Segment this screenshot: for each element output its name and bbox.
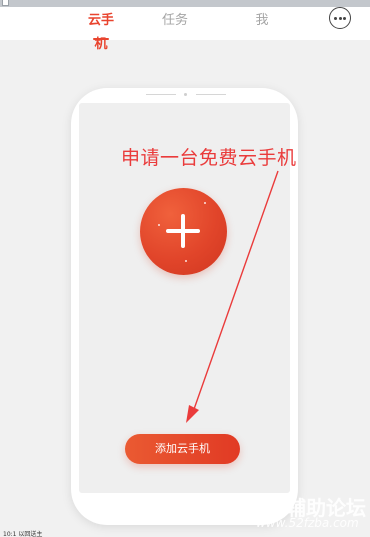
window-top-bar bbox=[0, 0, 370, 7]
status-bar-text: 10:1 以回送主 bbox=[3, 531, 43, 537]
chat-bubble-icon[interactable] bbox=[329, 7, 351, 29]
header-tab-bar: 云手机 任务 我 bbox=[0, 7, 370, 52]
add-phone-circle[interactable] bbox=[140, 188, 227, 275]
tab-me[interactable]: 我 bbox=[252, 9, 272, 33]
phone-speaker bbox=[146, 93, 226, 97]
add-cloud-phone-button[interactable]: 添加云手机 bbox=[125, 434, 240, 464]
annotation-label: 申请一台免费云手机 bbox=[121, 147, 297, 169]
tab-cloud-phone[interactable]: 云手机 bbox=[82, 9, 120, 52]
watermark-url: www.52fzba.com bbox=[256, 516, 359, 530]
tab-tasks[interactable]: 任务 bbox=[158, 9, 192, 33]
active-tab-indicator bbox=[93, 38, 109, 40]
window-menu-icon[interactable] bbox=[2, 0, 9, 6]
